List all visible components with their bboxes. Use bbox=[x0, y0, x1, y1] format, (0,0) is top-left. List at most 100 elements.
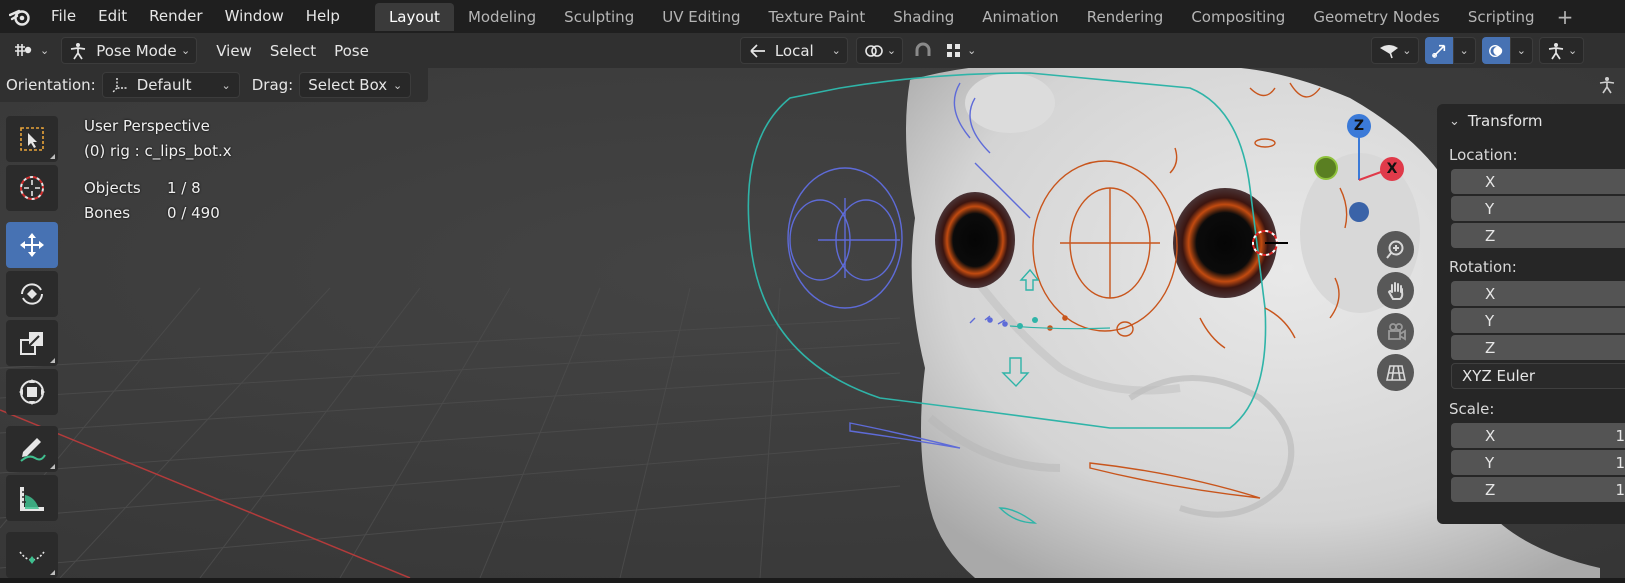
pivot-point-dropdown[interactable]: ⌄ bbox=[855, 37, 904, 64]
menu-window[interactable]: Window bbox=[214, 0, 295, 33]
transform-tool[interactable] bbox=[6, 369, 58, 415]
tab-animation[interactable]: Animation bbox=[968, 3, 1072, 31]
chevron-down-icon: ⌄ bbox=[1459, 44, 1469, 57]
properties-toggle[interactable] bbox=[1588, 68, 1625, 102]
zoom-button[interactable] bbox=[1377, 231, 1414, 268]
visibility-dropdown[interactable]: ⌄ bbox=[1371, 37, 1419, 64]
objects-label: Objects bbox=[84, 179, 141, 197]
tab-texture-paint[interactable]: Texture Paint bbox=[754, 3, 879, 31]
scale-x-label: X bbox=[1485, 426, 1496, 445]
add-workspace-icon[interactable]: + bbox=[1549, 3, 1582, 31]
scale-z-field[interactable]: Z1 bbox=[1451, 477, 1625, 502]
orientation-icon bbox=[750, 43, 765, 58]
hand-icon bbox=[1387, 281, 1403, 300]
scale-y-field[interactable]: Y1 bbox=[1451, 450, 1625, 475]
rotation-z-field[interactable]: Z bbox=[1451, 335, 1625, 360]
select-box-tool[interactable] bbox=[6, 116, 58, 162]
gizmo-x-axis[interactable]: X bbox=[1380, 157, 1404, 181]
bone-envelope-tool[interactable] bbox=[6, 532, 58, 578]
cursor-icon bbox=[20, 176, 44, 200]
gizmo-z-label: Z bbox=[1353, 118, 1365, 134]
zoom-in-icon bbox=[1385, 240, 1403, 259]
gizmo-toggle[interactable] bbox=[1424, 37, 1453, 64]
transform-title: Transform bbox=[1467, 112, 1543, 130]
gizmo-dropdown[interactable]: ⌄ bbox=[1452, 37, 1476, 64]
rotation-y-field[interactable]: Y bbox=[1451, 308, 1625, 333]
cursor-tool[interactable] bbox=[6, 165, 58, 211]
overlay-toggle[interactable] bbox=[1481, 37, 1510, 64]
blender-window: File Edit Render Window Help Layout Mode… bbox=[0, 0, 1625, 583]
orientation-dropdown[interactable]: Default ⌄ bbox=[101, 72, 240, 98]
rotation-x-label: X bbox=[1485, 284, 1496, 303]
chevron-down-icon: ⌄ bbox=[831, 44, 841, 57]
tab-rendering[interactable]: Rendering bbox=[1073, 3, 1178, 31]
chevron-down-icon: ⌄ bbox=[1567, 44, 1578, 57]
location-y-field[interactable]: Y bbox=[1451, 196, 1625, 221]
location-x-field[interactable]: X bbox=[1451, 169, 1625, 194]
sidebar-armature-icon bbox=[1599, 77, 1614, 94]
pan-button[interactable] bbox=[1377, 272, 1414, 309]
overlay-icon bbox=[1488, 44, 1502, 57]
orientation-axes-icon bbox=[112, 78, 127, 93]
top-bar: File Edit Render Window Help Layout Mode… bbox=[0, 0, 1625, 33]
overlay-dropdown[interactable]: ⌄ bbox=[1509, 37, 1533, 64]
tab-uv-editing[interactable]: UV Editing bbox=[648, 3, 754, 31]
tab-layout[interactable]: Layout bbox=[374, 2, 454, 31]
chevron-down-icon: ⌄ bbox=[221, 78, 231, 92]
blender-logo-icon[interactable] bbox=[0, 0, 40, 33]
workspace-tabs: Layout Modeling Sculpting UV Editing Tex… bbox=[374, 0, 1582, 33]
chevron-down-icon: ⌄ bbox=[886, 44, 897, 57]
gizmo-z-axis[interactable]: Z bbox=[1347, 114, 1371, 138]
chevron-down-icon: ⌄ bbox=[967, 44, 977, 57]
tab-scripting[interactable]: Scripting bbox=[1454, 3, 1549, 31]
menu-pose[interactable]: Pose bbox=[325, 42, 378, 60]
editor-type-icon bbox=[15, 43, 32, 56]
menu-file[interactable]: File bbox=[40, 0, 87, 33]
viewport-header: ⌄ Pose Mode ⌄ View Select Pose Local ⌄ ⌄ bbox=[0, 33, 1625, 68]
annotate-tool[interactable] bbox=[6, 426, 58, 472]
armature-display-dropdown[interactable]: ⌄ bbox=[1538, 37, 1585, 64]
scale-label: Scale: bbox=[1449, 400, 1495, 418]
transform-orientation-dropdown[interactable]: Local ⌄ bbox=[739, 37, 848, 64]
grid-perspective-icon bbox=[1385, 364, 1406, 381]
menu-render[interactable]: Render bbox=[138, 0, 213, 33]
menu-help[interactable]: Help bbox=[295, 0, 351, 33]
rotate-tool[interactable] bbox=[6, 271, 58, 317]
location-z-field[interactable]: Z bbox=[1451, 223, 1625, 248]
scale-x-field[interactable]: X1 bbox=[1451, 423, 1625, 448]
camera-view-button[interactable] bbox=[1377, 313, 1414, 350]
tab-sculpting[interactable]: Sculpting bbox=[550, 3, 648, 31]
tab-geometry-nodes[interactable]: Geometry Nodes bbox=[1299, 3, 1454, 31]
objects-stat: Objects 1 / 8 bbox=[84, 176, 232, 201]
drag-dropdown[interactable]: Select Box ⌄ bbox=[299, 72, 412, 98]
move-tool[interactable] bbox=[6, 222, 58, 268]
rotation-x-field[interactable]: X bbox=[1451, 281, 1625, 306]
rotation-mode-dropdown[interactable]: XYZ Euler bbox=[1451, 363, 1625, 389]
tab-shading[interactable]: Shading bbox=[879, 3, 968, 31]
menu-select[interactable]: Select bbox=[261, 42, 325, 60]
pose-mode-icon bbox=[71, 42, 86, 59]
tab-compositing[interactable]: Compositing bbox=[1177, 3, 1299, 31]
snap-element-dropdown[interactable]: ⌄ bbox=[939, 37, 982, 64]
bones-stat: Bones 0 / 490 bbox=[84, 201, 232, 226]
chevron-down-icon: ⌄ bbox=[1449, 113, 1460, 129]
menu-view[interactable]: View bbox=[207, 42, 261, 60]
snap-toggle[interactable] bbox=[907, 37, 939, 64]
location-label: Location: bbox=[1449, 146, 1518, 164]
tab-modeling[interactable]: Modeling bbox=[454, 3, 550, 31]
overlay-group: ⌄ bbox=[1481, 37, 1533, 64]
scale-tool[interactable] bbox=[6, 320, 58, 366]
rotation-z-label: Z bbox=[1485, 338, 1496, 357]
mode-dropdown[interactable]: Pose Mode ⌄ bbox=[61, 37, 198, 64]
transform-panel-header[interactable]: ⌄ Transform bbox=[1437, 104, 1625, 138]
perspective-toggle-button[interactable] bbox=[1377, 354, 1414, 391]
editor-type-button[interactable]: ⌄ bbox=[6, 37, 55, 64]
chevron-down-icon: ⌄ bbox=[181, 44, 191, 57]
menu-edit[interactable]: Edit bbox=[87, 0, 138, 33]
measure-tool[interactable] bbox=[6, 475, 58, 521]
bones-value: 0 / 490 bbox=[167, 204, 220, 222]
gizmo-x-label: X bbox=[1386, 161, 1398, 177]
selectability-icon bbox=[1380, 44, 1399, 58]
orientation-value: Default bbox=[136, 76, 192, 94]
3d-viewport[interactable]: Z X Orientation: Default ⌄ Drag: Select … bbox=[0, 68, 1625, 578]
